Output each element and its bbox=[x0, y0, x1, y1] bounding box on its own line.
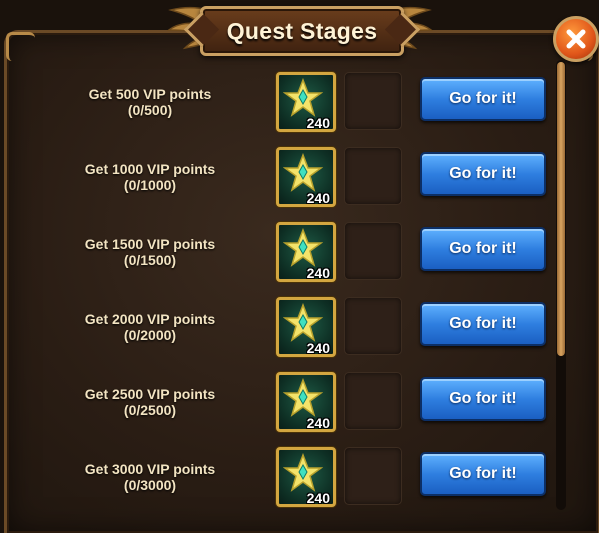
stage-description: Get 2500 VIP points (0/2500) bbox=[60, 386, 240, 418]
empty-reward-slot bbox=[344, 147, 402, 205]
reward-quantity: 240 bbox=[306, 490, 330, 506]
title-banner: Quest Stages bbox=[200, 6, 404, 56]
reward-item[interactable]: 240 bbox=[276, 72, 336, 132]
stage-description: Get 1000 VIP points (0/1000) bbox=[60, 161, 240, 193]
stage-progress: (0/2000) bbox=[123, 327, 177, 343]
quest-stage-row: Get 1000 VIP points (0/1000) 240 Go for … bbox=[0, 147, 560, 222]
reward-quantity: 240 bbox=[306, 115, 330, 131]
reward-item[interactable]: 240 bbox=[276, 297, 336, 357]
reward-item[interactable]: 240 bbox=[276, 372, 336, 432]
frame-corner-left bbox=[6, 32, 35, 61]
go-for-it-button[interactable]: Go for it! bbox=[420, 452, 546, 496]
quest-stage-row: Get 500 VIP points (0/500) 240 Go for it… bbox=[0, 72, 560, 147]
stage-progress: (0/3000) bbox=[123, 477, 177, 493]
quest-stage-row: Get 2000 VIP points (0/2000) 240 Go for … bbox=[0, 297, 560, 372]
stage-progress: (0/1500) bbox=[123, 252, 177, 268]
reward-quantity: 240 bbox=[306, 190, 330, 206]
quest-stage-row: Get 3000 VIP points (0/3000) 240 Go for … bbox=[0, 447, 560, 522]
stage-label: Get 3000 VIP points bbox=[84, 461, 216, 477]
reward-quantity: 240 bbox=[306, 340, 330, 356]
stage-label: Get 1000 VIP points bbox=[84, 161, 216, 177]
empty-reward-slot bbox=[344, 372, 402, 430]
vip-star-crystal-icon bbox=[283, 303, 323, 342]
go-for-it-button[interactable]: Go for it! bbox=[420, 77, 546, 121]
stage-label: Get 1500 VIP points bbox=[84, 236, 216, 252]
empty-reward-slot bbox=[344, 447, 402, 505]
reward-quantity: 240 bbox=[306, 415, 330, 431]
stage-description: Get 3000 VIP points (0/3000) bbox=[60, 461, 240, 493]
go-for-it-button[interactable]: Go for it! bbox=[420, 377, 546, 421]
vip-star-crystal-icon bbox=[283, 228, 323, 267]
reward-item[interactable]: 240 bbox=[276, 447, 336, 507]
vip-star-crystal-icon bbox=[283, 378, 323, 417]
vip-star-crystal-icon bbox=[283, 453, 323, 492]
reward-item[interactable]: 240 bbox=[276, 147, 336, 207]
stage-label: Get 2500 VIP points bbox=[84, 386, 216, 402]
stage-description: Get 500 VIP points (0/500) bbox=[60, 86, 240, 118]
stage-description: Get 2000 VIP points (0/2000) bbox=[60, 311, 240, 343]
stage-label: Get 2000 VIP points bbox=[84, 311, 216, 327]
empty-reward-slot bbox=[344, 222, 402, 280]
stage-progress: (0/1000) bbox=[123, 177, 177, 193]
quest-stage-row: Get 1500 VIP points (0/1500) 240 Go for … bbox=[0, 222, 560, 297]
empty-reward-slot bbox=[344, 72, 402, 130]
stage-description: Get 1500 VIP points (0/1500) bbox=[60, 236, 240, 268]
close-button[interactable] bbox=[553, 16, 599, 62]
quest-stage-row: Get 2500 VIP points (0/2500) 240 Go for … bbox=[0, 372, 560, 447]
stage-progress: (0/500) bbox=[127, 102, 173, 118]
page-title: Quest Stages bbox=[226, 17, 378, 44]
go-for-it-button[interactable]: Go for it! bbox=[420, 302, 546, 346]
stage-progress: (0/2500) bbox=[123, 402, 177, 418]
close-icon bbox=[566, 29, 586, 49]
stage-label: Get 500 VIP points bbox=[88, 86, 212, 102]
go-for-it-button[interactable]: Go for it! bbox=[420, 227, 546, 271]
vip-star-crystal-icon bbox=[283, 153, 323, 192]
reward-quantity: 240 bbox=[306, 265, 330, 281]
reward-item[interactable]: 240 bbox=[276, 222, 336, 282]
empty-reward-slot bbox=[344, 297, 402, 355]
vip-star-crystal-icon bbox=[283, 78, 323, 117]
go-for-it-button[interactable]: Go for it! bbox=[420, 152, 546, 196]
